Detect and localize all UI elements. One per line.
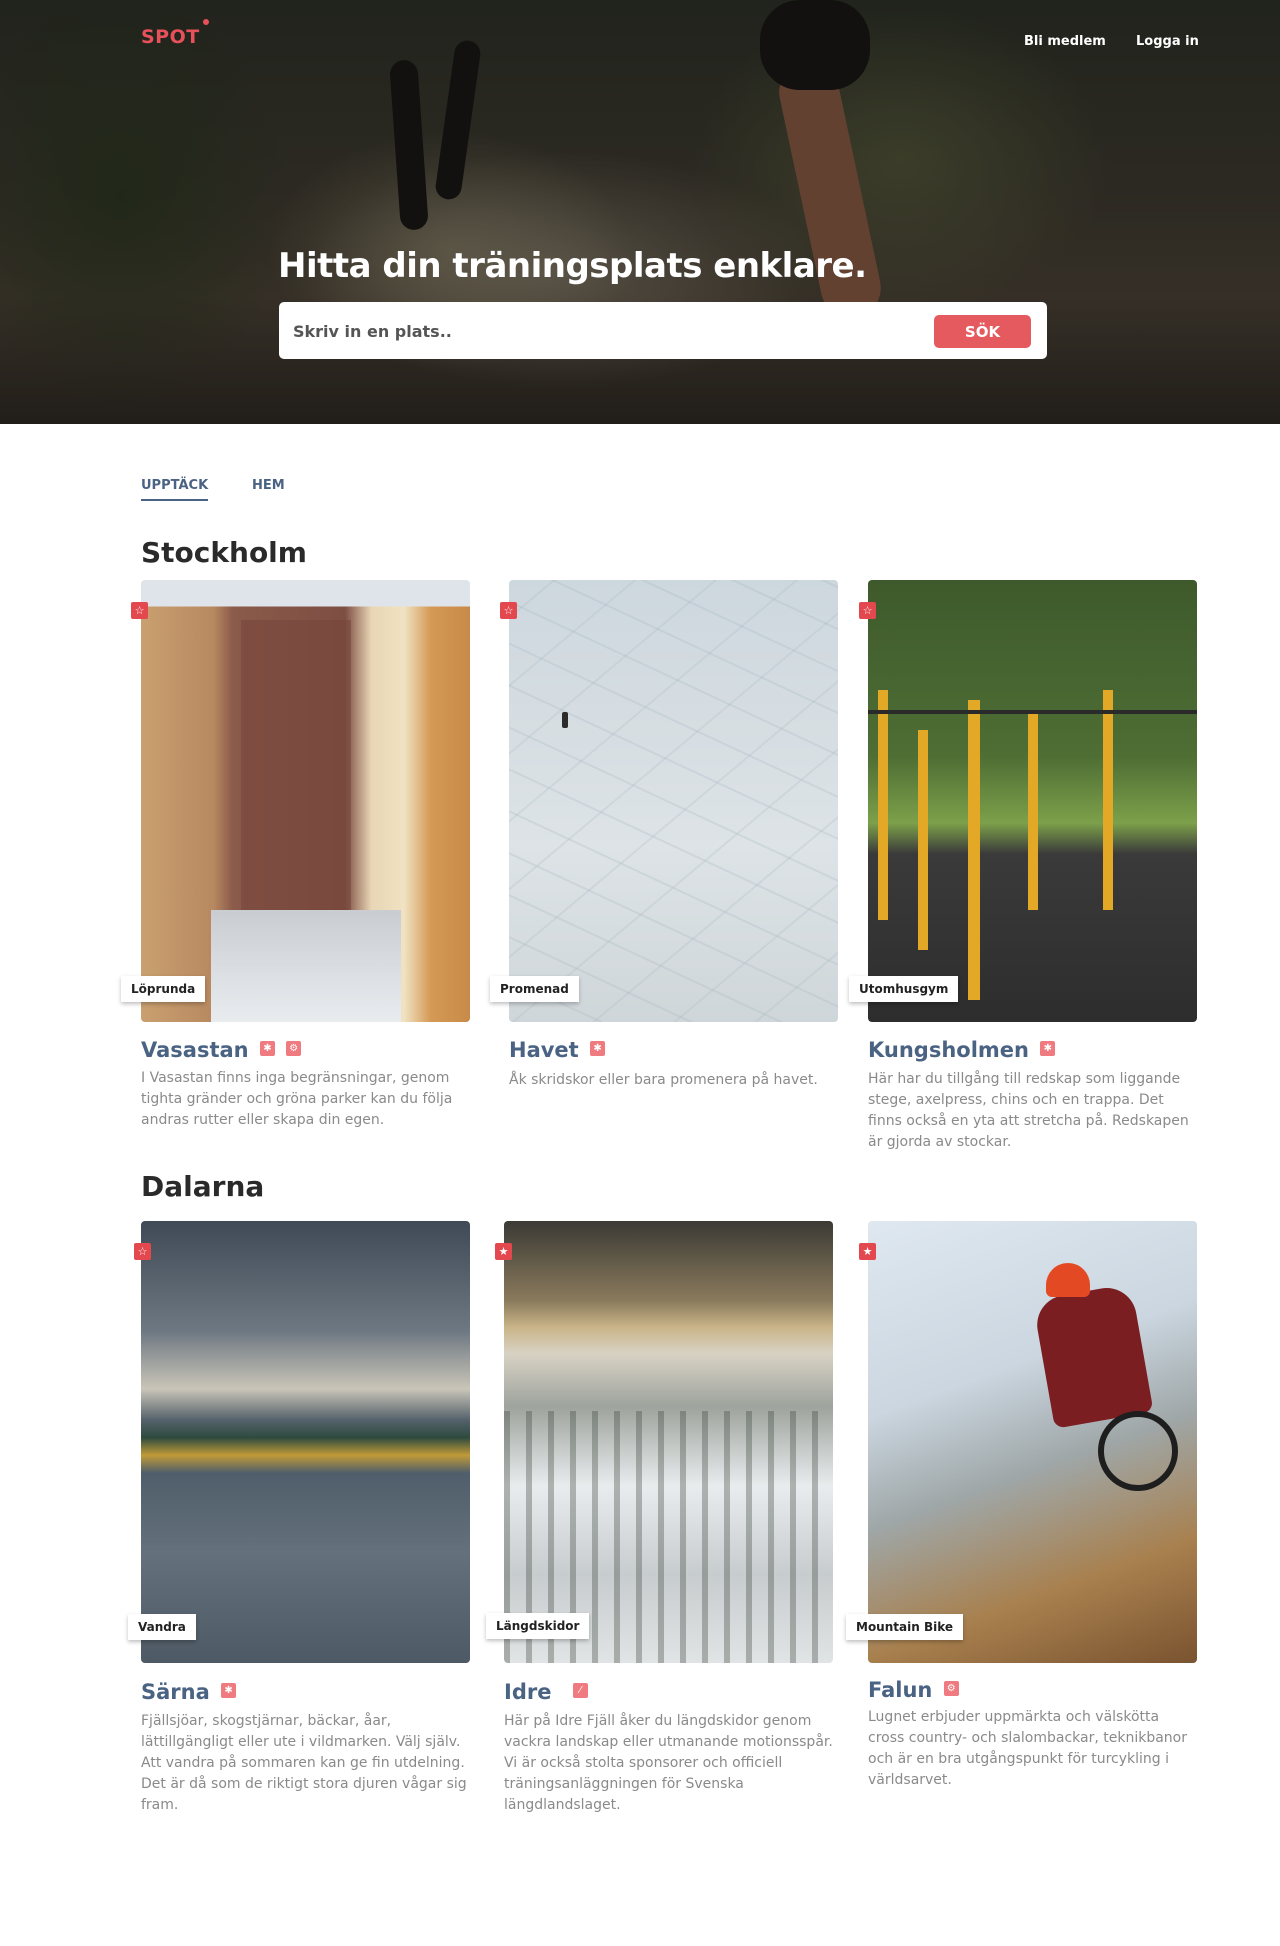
place-name-kungsholmen[interactable]: Kungsholmen ✱ xyxy=(868,1038,1056,1062)
place-name[interactable]: Idre xyxy=(504,1680,551,1704)
skiing-icon: ⁄ xyxy=(572,1682,588,1698)
card-image-falun[interactable] xyxy=(868,1221,1197,1663)
favorite-star-icon[interactable]: ☆ xyxy=(131,602,148,619)
place-name-vasastan[interactable]: Vasastan ✱ ⚙ xyxy=(141,1038,302,1062)
walking-icon: ✱ xyxy=(590,1040,606,1056)
walking-icon: ✱ xyxy=(1040,1040,1056,1056)
place-description: Här på Idre Fjäll åker du längdskidor ge… xyxy=(504,1713,833,1813)
place-name[interactable]: Kungsholmen xyxy=(868,1038,1029,1062)
hero-overlay xyxy=(0,0,1280,424)
place-name-havet[interactable]: Havet ✱ xyxy=(509,1038,606,1062)
search-button[interactable]: SÖK xyxy=(934,315,1031,348)
card-image-kungsholmen[interactable] xyxy=(868,580,1197,1022)
place-description: Fjällsjöar, skogstjärnar, bäckar, åar, l… xyxy=(141,1713,467,1813)
hero-banner: SPOT Bli medlem Logga in Hitta din träni… xyxy=(0,0,1280,424)
card-image-idre[interactable] xyxy=(504,1221,833,1663)
place-description: Lugnet erbjuder uppmärkta och välskötta … xyxy=(868,1709,1187,1788)
rider-helmet xyxy=(1046,1263,1090,1297)
category-label: Vandra xyxy=(128,1614,196,1640)
card-image-vasastan[interactable] xyxy=(141,580,470,1022)
card-image-havet[interactable] xyxy=(509,580,838,1022)
card-image-sarna[interactable] xyxy=(141,1221,470,1663)
walking-icon: ✱ xyxy=(221,1682,237,1698)
category-label: Utomhusgym xyxy=(849,976,959,1002)
place-name[interactable]: Vasastan xyxy=(141,1038,249,1062)
bike-wheel xyxy=(1098,1411,1178,1491)
favorite-star-icon[interactable]: ★ xyxy=(859,1243,876,1260)
brand-logo[interactable]: SPOT xyxy=(141,26,200,48)
gym-post xyxy=(1028,710,1038,910)
favorite-star-icon[interactable]: ☆ xyxy=(859,602,876,619)
building-facade xyxy=(241,620,351,910)
gym-post xyxy=(1103,690,1113,910)
gym-post xyxy=(918,730,928,950)
category-label: Längdskidor xyxy=(486,1613,590,1639)
place-name[interactable]: Havet xyxy=(509,1038,579,1062)
place-name[interactable]: Särna xyxy=(141,1680,210,1704)
region-title-stockholm: Stockholm xyxy=(141,536,307,569)
place-name-sarna[interactable]: Särna ✱ xyxy=(141,1680,237,1704)
search-bar: SÖK xyxy=(279,302,1047,359)
region-title-dalarna: Dalarna xyxy=(141,1170,265,1203)
hero-title: Hitta din träningsplats enklare. xyxy=(278,246,867,286)
login-link[interactable]: Logga in xyxy=(1136,34,1199,49)
place-description: Här har du tillgång till redskap som lig… xyxy=(868,1071,1189,1150)
rider-body xyxy=(1032,1283,1154,1429)
gym-post xyxy=(968,700,980,1000)
place-description: Åk skridskor eller bara promenera på hav… xyxy=(509,1072,818,1088)
favorite-star-icon[interactable]: ★ xyxy=(495,1243,512,1260)
snowy-street xyxy=(211,910,401,1022)
running-icon: ✱ xyxy=(259,1040,275,1056)
tab-upptack[interactable]: UPPTÄCK xyxy=(141,478,209,501)
place-name-idre[interactable]: Idre ⁄ xyxy=(504,1680,588,1704)
tab-hem[interactable]: HEM xyxy=(252,478,285,493)
favorite-star-icon[interactable]: ☆ xyxy=(134,1243,151,1260)
category-label: Löprunda xyxy=(121,976,206,1002)
search-input[interactable] xyxy=(293,314,893,348)
place-name-falun[interactable]: Falun ⚙ xyxy=(868,1678,959,1702)
skater-figure xyxy=(562,712,568,728)
signup-link[interactable]: Bli medlem xyxy=(1024,34,1106,49)
place-name[interactable]: Falun xyxy=(868,1678,932,1702)
cycling-icon: ⚙ xyxy=(943,1680,959,1696)
brand-logo-dot xyxy=(203,19,209,25)
place-description: I Vasastan finns inga begränsningar, gen… xyxy=(141,1070,453,1128)
category-label: Promenad xyxy=(490,976,579,1002)
cycling-icon: ⚙ xyxy=(286,1040,302,1056)
category-label: Mountain Bike xyxy=(846,1614,963,1640)
gym-bar xyxy=(868,710,1197,714)
gym-post xyxy=(878,690,888,920)
favorite-star-icon[interactable]: ☆ xyxy=(500,602,517,619)
